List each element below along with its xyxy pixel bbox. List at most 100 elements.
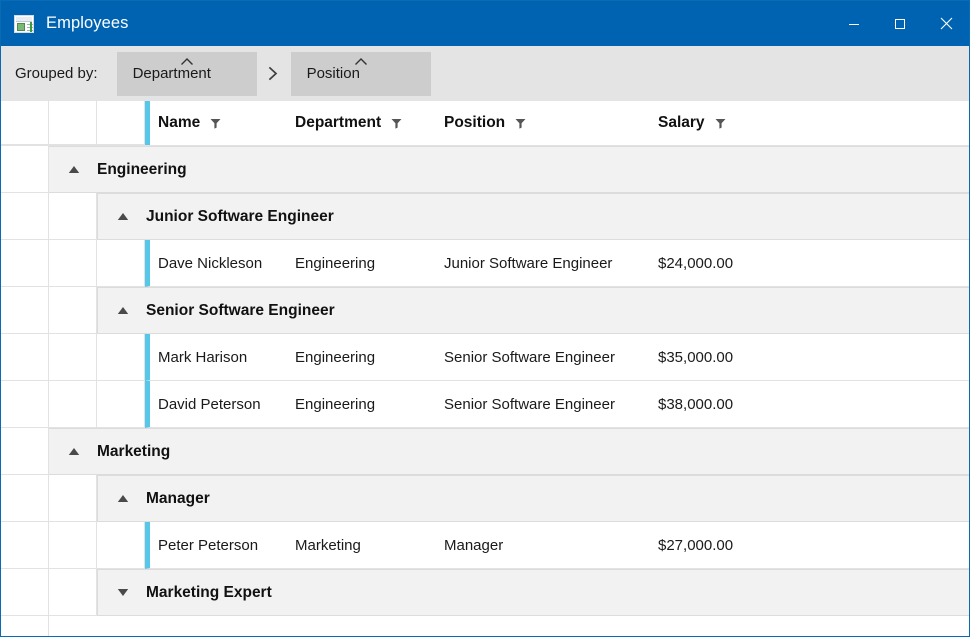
- header-indent-cell: [49, 101, 97, 145]
- group-chip-department-label: Department: [132, 65, 211, 82]
- group-header-cell[interactable]: Marketing: [49, 428, 969, 475]
- expand-arrow-icon: [117, 589, 129, 596]
- group-indent-cell: [49, 569, 97, 616]
- data-row-cells: Mark Harison Engineering Senior Software E…: [145, 334, 969, 381]
- filter-button-salary[interactable]: [715, 118, 726, 129]
- group-toggle-collapse[interactable]: [67, 445, 81, 459]
- title-bar[interactable]: Employees: [1, 1, 969, 46]
- group-chip-separator: [257, 66, 291, 81]
- cell-department: Marketing: [295, 536, 361, 554]
- tail-indent-cell: [1, 616, 49, 636]
- group-by-panel: Grouped by: Department Position: [1, 46, 969, 101]
- cell-position: Senior Software Engineer: [444, 395, 615, 413]
- group-chip-position-label: Position: [306, 65, 360, 82]
- cell-department: Engineering: [295, 395, 376, 413]
- table-row[interactable]: Dave Nickleson Engineering Junior Software…: [1, 240, 969, 287]
- cell-position: Manager: [444, 536, 504, 554]
- group-indent-cell: [1, 428, 49, 475]
- group-header-cell[interactable]: Marketing Expert: [97, 569, 969, 616]
- cell-salary: $27,000.00: [658, 536, 734, 554]
- group-toggle-collapse[interactable]: [116, 210, 130, 224]
- header-indent-cell: [97, 101, 145, 145]
- group-header-cell[interactable]: Senior Software Engineer: [97, 287, 969, 334]
- collapse-arrow-icon: [117, 213, 129, 220]
- cell-department: Engineering: [295, 348, 376, 366]
- column-header-department-label: Department: [295, 114, 382, 131]
- data-indent-cell: [49, 522, 97, 569]
- group-row[interactable]: Engineering: [1, 146, 969, 193]
- group-indent-cell: [1, 475, 49, 522]
- grid-empty-area: [1, 616, 969, 636]
- column-header-position-label: Position: [444, 114, 506, 131]
- group-header-cell[interactable]: Manager: [97, 475, 969, 522]
- group-label: Marketing Expert: [146, 583, 272, 601]
- group-chip-department[interactable]: Department: [116, 51, 257, 96]
- minimize-icon: [849, 23, 859, 25]
- data-row-cells: David Peterson Engineering Senior Software…: [145, 381, 969, 428]
- filter-icon: [210, 118, 221, 129]
- data-indent-cell: [97, 334, 145, 381]
- filter-button-position[interactable]: [515, 118, 526, 129]
- data-indent-cell: [1, 522, 49, 569]
- column-header-salary[interactable]: Salary: [658, 101, 818, 145]
- data-indent-cell: [97, 240, 145, 287]
- group-indent-cell: [49, 475, 97, 522]
- cell-salary: $24,000.00: [658, 254, 734, 272]
- data-indent-cell: [49, 381, 97, 428]
- collapse-arrow-icon: [117, 495, 129, 502]
- header-indent-cell: [1, 101, 49, 145]
- group-label: Junior Software Engineer: [146, 207, 334, 225]
- employees-grid: Name Department Position Salary Engineering J…: [1, 101, 969, 636]
- group-indent-cell: [1, 287, 49, 334]
- cell-name: Dave Nickleson: [158, 254, 263, 272]
- group-header-cell[interactable]: Junior Software Engineer: [97, 193, 969, 240]
- cell-position: Junior Software Engineer: [444, 254, 613, 272]
- group-indent-cell: [1, 193, 49, 240]
- data-indent-cell: [97, 381, 145, 428]
- table-row[interactable]: Mark Harison Engineering Senior Software E…: [1, 334, 969, 381]
- group-toggle-collapse[interactable]: [116, 304, 130, 318]
- group-row[interactable]: Manager: [1, 475, 969, 522]
- cell-name: Peter Peterson: [158, 536, 259, 554]
- app-window-icon: [14, 14, 34, 33]
- window-controls: [831, 1, 969, 46]
- window-title: Employees: [46, 14, 129, 33]
- group-indent-cell: [49, 287, 97, 334]
- collapse-arrow-icon: [117, 307, 129, 314]
- group-row[interactable]: Marketing: [1, 428, 969, 475]
- filter-button-department[interactable]: [391, 118, 402, 129]
- column-header-position[interactable]: Position: [444, 101, 658, 145]
- cell-salary: $38,000.00: [658, 395, 734, 413]
- group-label: Engineering: [97, 160, 187, 178]
- sort-ascending-icon: [354, 57, 367, 65]
- close-button[interactable]: [923, 1, 969, 46]
- minimize-button[interactable]: [831, 1, 877, 46]
- group-by-label: Grouped by:: [15, 65, 98, 82]
- cell-department: Engineering: [295, 254, 376, 272]
- column-header-name[interactable]: Name: [158, 101, 295, 145]
- group-row[interactable]: Marketing Expert: [1, 569, 969, 616]
- group-toggle-expand[interactable]: [116, 586, 130, 600]
- collapse-arrow-icon: [68, 166, 80, 173]
- maximize-button[interactable]: [877, 1, 923, 46]
- group-indent-cell: [1, 569, 49, 616]
- group-chip-position[interactable]: Position: [290, 51, 431, 96]
- filter-icon: [391, 118, 402, 129]
- data-indent-cell: [49, 334, 97, 381]
- group-row[interactable]: Senior Software Engineer: [1, 287, 969, 334]
- sort-ascending-icon: [180, 57, 193, 65]
- group-toggle-collapse[interactable]: [116, 492, 130, 506]
- filter-button-name[interactable]: [210, 118, 221, 129]
- cell-position: Senior Software Engineer: [444, 348, 615, 366]
- data-indent-cell: [97, 522, 145, 569]
- group-indent-cell: [1, 146, 49, 193]
- column-header-department[interactable]: Department: [295, 101, 444, 145]
- group-toggle-collapse[interactable]: [67, 163, 81, 177]
- table-row[interactable]: Peter Peterson Marketing Manager $27,000.00: [1, 522, 969, 569]
- data-row-cells: Dave Nickleson Engineering Junior Software…: [145, 240, 969, 287]
- group-row[interactable]: Junior Software Engineer: [1, 193, 969, 240]
- column-header-row: Name Department Position Salary: [1, 101, 969, 146]
- table-row[interactable]: David Peterson Engineering Senior Software…: [1, 381, 969, 428]
- close-icon: [940, 17, 952, 30]
- group-header-cell[interactable]: Engineering: [49, 146, 969, 193]
